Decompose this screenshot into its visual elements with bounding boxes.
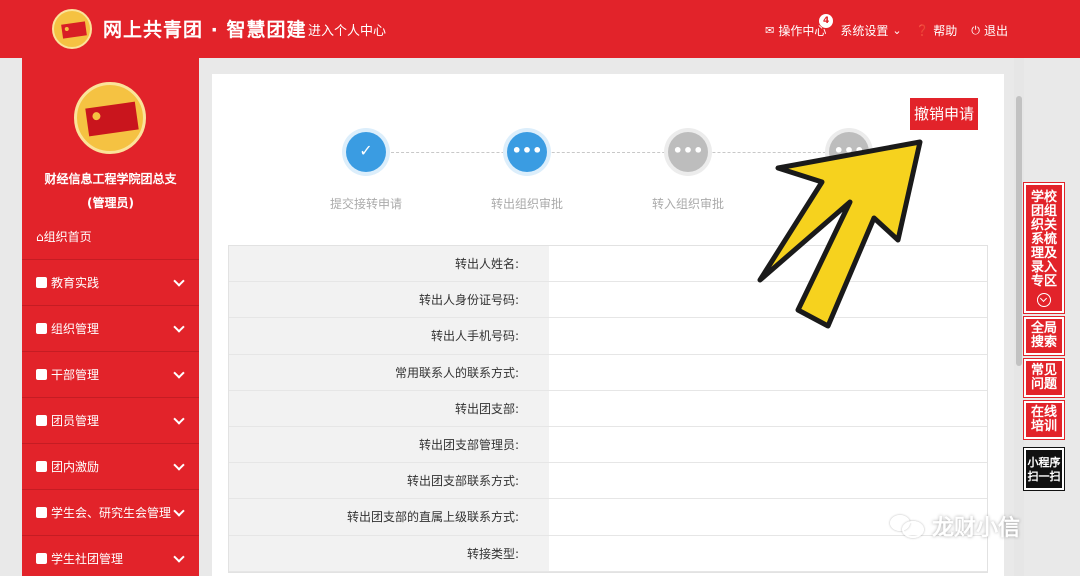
sidebar-item-label: 团内激励 [51, 460, 100, 474]
org-relation-zone-button[interactable]: 学校团组织关系梳理及录入专区 [1023, 182, 1065, 314]
field-value [549, 426, 987, 463]
miniapp-label: 小程序扫一扫 [1027, 456, 1061, 483]
step-3-dots: ••• [668, 132, 708, 172]
wechat-icon [890, 513, 926, 539]
sidebar-item-member[interactable]: 团员管理 [22, 397, 199, 443]
sitemap-icon [36, 323, 47, 334]
step-label: 转入组织审批 [651, 197, 724, 211]
global-search-button[interactable]: 全局搜索 [1023, 316, 1065, 356]
personal-center-link[interactable]: 进入个人中心 [308, 20, 386, 39]
field-label: 转出团支部: [229, 390, 549, 426]
home-icon: ⌂ [36, 230, 44, 244]
org-logo [74, 82, 146, 154]
sidebar: 财经信息工程学院团总支 (管理员) ⌂组织首页 教育实践 组织管理 干部管理 团… [22, 58, 199, 576]
online-training-button[interactable]: 在线培训 [1023, 400, 1065, 440]
settings-label: 系统设置 [840, 24, 889, 38]
help-link[interactable]: ❓ 帮助 [916, 22, 958, 39]
league-logo[interactable] [52, 9, 92, 49]
watermark-text: 龙财小信 [932, 516, 1021, 541]
users-icon [36, 369, 47, 380]
chevron-down-icon: ⌄ [892, 24, 902, 37]
cancel-application-button[interactable]: 撤销申请 [910, 98, 978, 130]
table-row: 转接类型: [229, 535, 987, 572]
sidebar-item-club[interactable]: 学生社团管理 [22, 535, 199, 576]
field-label: 转出团支部管理员: [229, 426, 549, 463]
training-label: 在线培训 [1030, 405, 1057, 434]
users-icon [36, 553, 47, 564]
field-label: 转出团支部的直属上级联系方式: [229, 499, 549, 535]
wechat-watermark: 龙财小信 [890, 510, 1020, 542]
field-label: 转出团支部联系方式: [229, 463, 549, 499]
field-value [549, 463, 987, 499]
field-label: 转出人手机号码: [229, 318, 549, 354]
sidebar-item-label: 学生会、研究生会管理 [51, 506, 172, 520]
sidebar-item-org[interactable]: 组织管理 [22, 305, 199, 351]
chevron-down-icon [173, 274, 185, 287]
sidebar-menu: 教育实践 组织管理 干部管理 团员管理 团内激励 学生会、研究生会管理 学生社团… [22, 259, 199, 576]
table-row: 转出团支部联系方式: [229, 463, 987, 500]
logout-link[interactable]: ⏻ 退出 [971, 22, 1008, 39]
sidebar-item-label: 学生社团管理 [51, 552, 124, 566]
help-label: 帮助 [933, 24, 958, 38]
chevron-down-icon [173, 504, 185, 517]
settings-menu[interactable]: 系统设置 ⌄ [840, 22, 901, 39]
chevron-down-icon [173, 458, 185, 471]
chevron-down-circle-icon [1037, 293, 1051, 307]
logout-label: 退出 [983, 24, 1008, 38]
faq-label: 常见问题 [1030, 363, 1057, 392]
edit-icon [36, 277, 47, 288]
users-icon [36, 415, 47, 426]
sidebar-item-cadre[interactable]: 干部管理 [22, 351, 199, 397]
power-icon: ⏻ [971, 23, 980, 37]
miniapp-scan-button[interactable]: 小程序扫一扫 [1023, 447, 1065, 491]
chevron-down-icon [173, 320, 185, 333]
sidebar-item-education[interactable]: 教育实践 [22, 259, 199, 305]
chevron-down-icon [173, 550, 185, 563]
pointer-arrow [757, 139, 923, 329]
sidebar-item-label: 教育实践 [51, 276, 100, 290]
field-label: 转出人身份证号码: [229, 282, 549, 318]
field-value [549, 354, 987, 390]
org-role: (管理员) [87, 196, 134, 210]
top-nav: ✉ 操作中心 4 系统设置 ⌄ ❓ 帮助 ⏻ 退出 [765, 14, 1008, 39]
sidebar-item-label: 干部管理 [51, 368, 100, 382]
chevron-down-icon [173, 412, 185, 425]
table-row: 常用联系人的联系方式: [229, 354, 987, 391]
search-label: 全局搜索 [1030, 321, 1057, 350]
sidebar-item-student-union[interactable]: 学生会、研究生会管理 [22, 489, 199, 535]
table-row: 转出团支部: [229, 390, 987, 427]
step-2-dots: ••• [507, 132, 547, 172]
sidebar-item-incentive[interactable]: 团内激励 [22, 443, 199, 489]
ops-badge: 4 [819, 14, 834, 28]
field-label: 常用联系人的联系方式: [229, 354, 549, 390]
table-row: 转出团支部管理员: [229, 426, 987, 464]
sitemap-icon [36, 461, 47, 472]
sidebar-home-link[interactable]: ⌂组织首页 [36, 228, 92, 245]
top-header: 网上共青团 · 智慧团建 进入个人中心 ✉ 操作中心 4 系统设置 ⌄ ❓ 帮助… [0, 0, 1080, 58]
field-label: 转出人姓名: [229, 246, 549, 282]
users-icon [36, 507, 47, 518]
sidebar-item-label: 组织管理 [51, 322, 100, 336]
home-label: 组织首页 [43, 230, 92, 244]
sidebar-item-label: 团员管理 [51, 414, 100, 428]
site-brand[interactable]: 网上共青团 · 智慧团建 [103, 15, 306, 42]
zone-label: 学校团组织关系梳理及录入专区 [1030, 190, 1057, 289]
org-name: 财经信息工程学院团总支 [44, 172, 177, 186]
table-row: 转出团支部的直属上级联系方式: [229, 499, 987, 536]
help-icon: ❓ [915, 24, 930, 37]
chevron-down-icon [173, 366, 185, 379]
scrollbar-thumb[interactable] [1016, 96, 1022, 366]
faq-button[interactable]: 常见问题 [1023, 358, 1065, 398]
ops-center-link[interactable]: ✉ 操作中心 4 [765, 14, 834, 39]
step-label: 提交接转申请 [329, 197, 402, 211]
field-label: 转接类型: [229, 535, 549, 571]
mail-icon: ✉ [765, 24, 775, 37]
step-1-check: ✓ [346, 132, 386, 172]
step-label: 转出组织审批 [490, 197, 563, 211]
field-value [549, 390, 987, 426]
